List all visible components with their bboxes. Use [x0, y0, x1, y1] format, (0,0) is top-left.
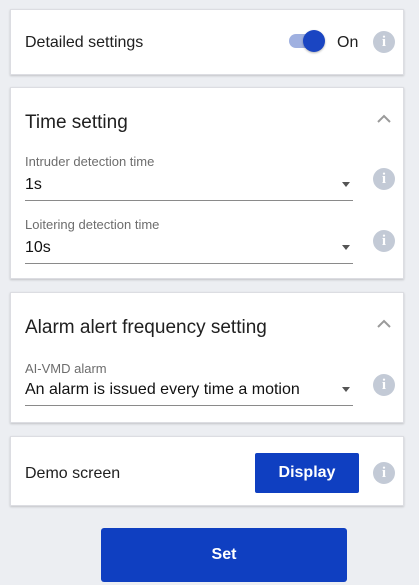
info-icon[interactable]: i	[373, 462, 395, 484]
chevron-up-icon[interactable]	[377, 319, 391, 329]
detailed-settings-toggle[interactable]	[285, 28, 329, 54]
info-icon[interactable]: i	[373, 374, 395, 396]
time-setting-title: Time setting	[25, 112, 128, 133]
set-button[interactable]: Set	[101, 528, 347, 582]
detailed-settings-card: Detailed settings On i	[10, 9, 404, 75]
dropdown-caret-icon	[342, 245, 350, 250]
alarm-setting-title: Alarm alert frequency setting	[25, 317, 267, 338]
loitering-detection-value: 10s	[25, 239, 51, 256]
toggle-state-label: On	[337, 34, 359, 51]
alarm-setting-card: Alarm alert frequency setting AI-VMD ala…	[10, 292, 404, 423]
chevron-up-icon[interactable]	[377, 114, 391, 124]
ai-vmd-alarm-label: AI-VMD alarm	[25, 361, 107, 376]
detailed-settings-label: Detailed settings	[25, 34, 144, 51]
demo-screen-card: Demo screen Display i	[10, 436, 404, 506]
info-icon[interactable]: i	[373, 31, 395, 53]
intruder-detection-value: 1s	[25, 176, 42, 193]
toggle-knob	[303, 30, 325, 52]
demo-screen-label: Demo screen	[25, 465, 121, 482]
ai-vmd-alarm-value: An alarm is issued every time a motion	[25, 381, 300, 398]
info-icon[interactable]: i	[373, 168, 395, 190]
intruder-detection-select[interactable]: Intruder detection time 1s	[25, 152, 355, 202]
display-button[interactable]: Display	[255, 453, 359, 493]
dropdown-caret-icon	[342, 387, 350, 392]
info-icon[interactable]: i	[373, 230, 395, 252]
ai-vmd-alarm-select[interactable]: AI-VMD alarm An alarm is issued every ti…	[25, 359, 355, 409]
field-underline	[25, 405, 353, 406]
dropdown-caret-icon	[342, 182, 350, 187]
loitering-detection-select[interactable]: Loitering detection time 10s	[25, 215, 355, 265]
intruder-detection-label: Intruder detection time	[25, 154, 155, 169]
time-setting-card: Time setting Intruder detection time 1s …	[10, 87, 404, 279]
field-underline	[25, 263, 353, 264]
field-underline	[25, 200, 353, 201]
loitering-detection-label: Loitering detection time	[25, 217, 160, 232]
